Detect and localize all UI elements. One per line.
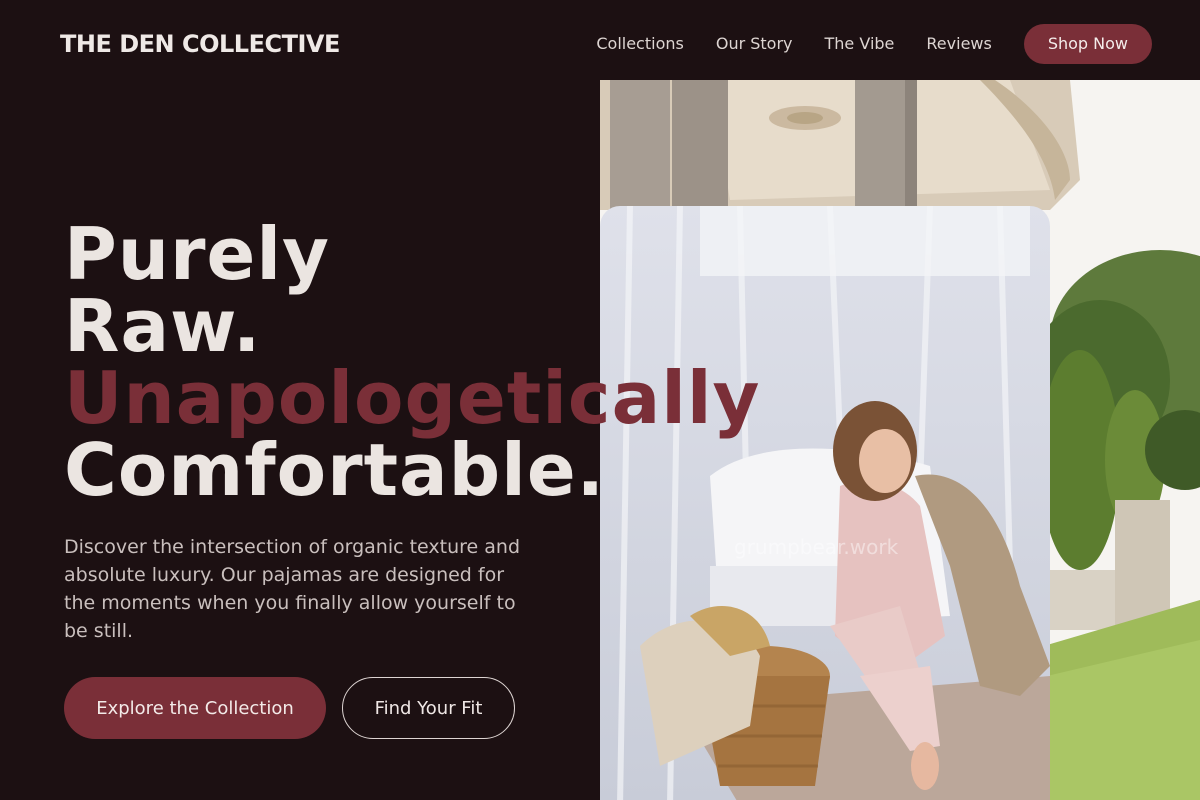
nav-link-collections[interactable]: Collections (596, 24, 683, 64)
hero-title-line-2: Raw. (64, 284, 262, 368)
top-navigation: THE DEN COLLECTIVE Collections Our Story… (0, 0, 1200, 80)
brand-logo[interactable]: THE DEN COLLECTIVE (60, 30, 340, 58)
nav-link-the-vibe[interactable]: The Vibe (825, 24, 895, 64)
explore-collection-button[interactable]: Explore the Collection (64, 677, 326, 739)
hero-title-line-accent: Unapologetically (64, 356, 761, 440)
hero-description: Discover the intersection of organic tex… (64, 536, 520, 642)
watermark-text: grumpbear.work (734, 535, 899, 559)
hero-title-line-4: Comfortable. (64, 428, 606, 512)
shop-now-button[interactable]: Shop Now (1023, 24, 1152, 64)
nav-link-our-story[interactable]: Our Story (716, 24, 793, 64)
hero-title-line-1: Purely (64, 212, 330, 296)
nav-links: Collections Our Story The Vibe Reviews S… (596, 24, 1152, 64)
find-your-fit-button[interactable]: Find Your Fit (342, 677, 515, 739)
hero-title: Purely Raw. Unapologetically Comfortable… (64, 218, 760, 506)
nav-link-reviews[interactable]: Reviews (926, 24, 991, 64)
